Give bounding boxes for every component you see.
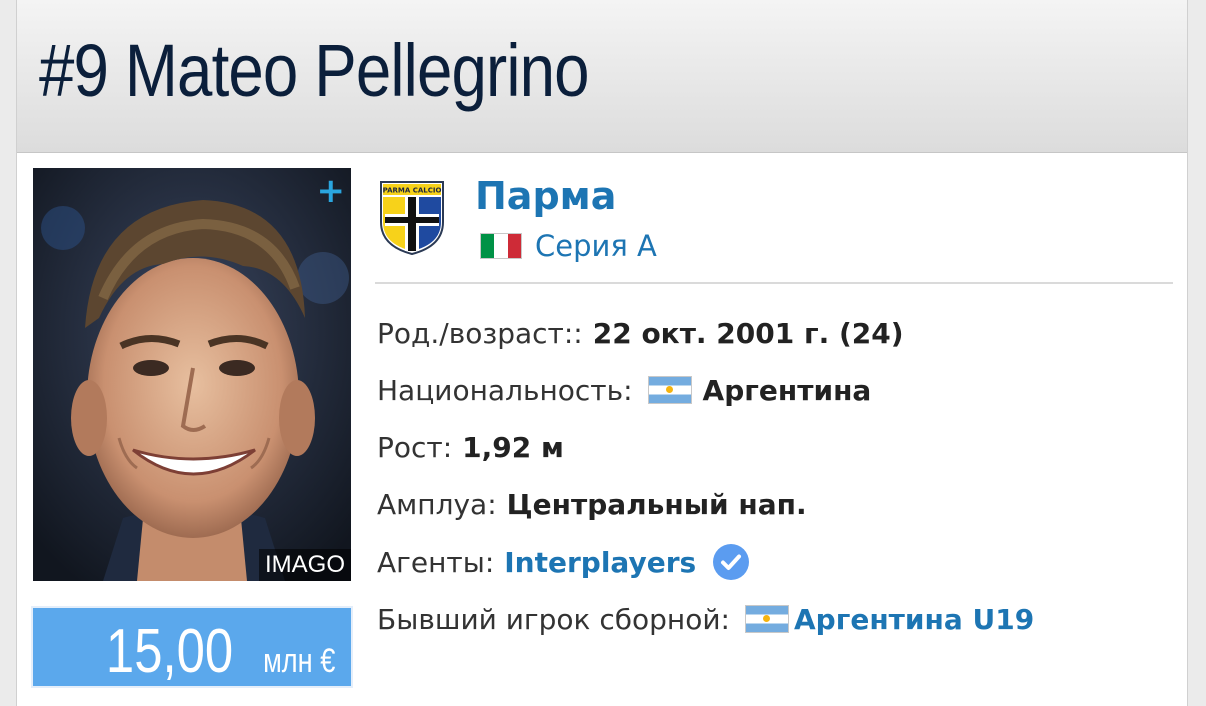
nationality-row: Национальность: Аргентина	[377, 368, 871, 412]
divider	[375, 282, 1173, 284]
argentina-flag-icon	[648, 377, 691, 403]
market-value-amount: 15,00	[105, 617, 233, 686]
league-name: Серия А	[535, 229, 657, 263]
position-label: Амплуа:	[377, 487, 497, 521]
nationality-value: Аргентина	[702, 373, 872, 407]
height-value: 1,92 м	[462, 430, 564, 464]
former-international-label: Бывший игрок сборной:	[377, 602, 730, 636]
birth-label: Род./возраст::	[377, 316, 583, 350]
agents-label: Агенты:	[377, 545, 495, 579]
club-crest-text: PARMA CALCIO	[383, 187, 442, 195]
agents-row: Агенты: Interplayers	[377, 540, 750, 584]
club-name-link[interactable]: Парма	[475, 174, 616, 218]
verified-icon	[713, 544, 750, 580]
position-value: Центральный нап.	[506, 487, 807, 521]
market-value-box[interactable]: 15,00 млн €	[31, 606, 353, 688]
argentina-flag-icon	[746, 606, 788, 632]
birth-row: Род./возраст:: 22 окт. 2001 г. (24)	[377, 311, 904, 355]
height-label: Рост:	[377, 430, 453, 464]
player-name-title: #9 Mateo Pellegrino	[39, 29, 590, 112]
market-value-unit: млн €	[262, 642, 335, 680]
player-profile-card: #9 Mateo Pellegrino + IMAGO 15,00 млн € …	[16, 0, 1188, 706]
agent-link[interactable]: Interplayers	[504, 546, 696, 579]
position-row: Амплуа: Центральный нап.	[377, 482, 807, 526]
height-row: Рост: 1,92 м	[377, 425, 564, 469]
national-team-link[interactable]: Аргентина U19	[794, 603, 1034, 636]
italy-flag-icon	[481, 234, 521, 258]
profile-header: #9 Mateo Pellegrino	[17, 0, 1187, 153]
league-link[interactable]: Серия А	[481, 226, 657, 266]
player-photo[interactable]: + IMAGO	[33, 168, 351, 581]
add-photo-button[interactable]: +	[317, 174, 346, 208]
nationality-label: Национальность:	[377, 373, 633, 407]
player-portrait-image	[33, 168, 351, 581]
birth-value: 22 окт. 2001 г. (24)	[592, 316, 904, 350]
former-international-row: Бывший игрок сборной: Аргентина U19	[377, 597, 1034, 641]
club-crest-icon[interactable]: PARMA CALCIO	[379, 180, 445, 256]
photo-credit: IMAGO	[258, 549, 351, 581]
